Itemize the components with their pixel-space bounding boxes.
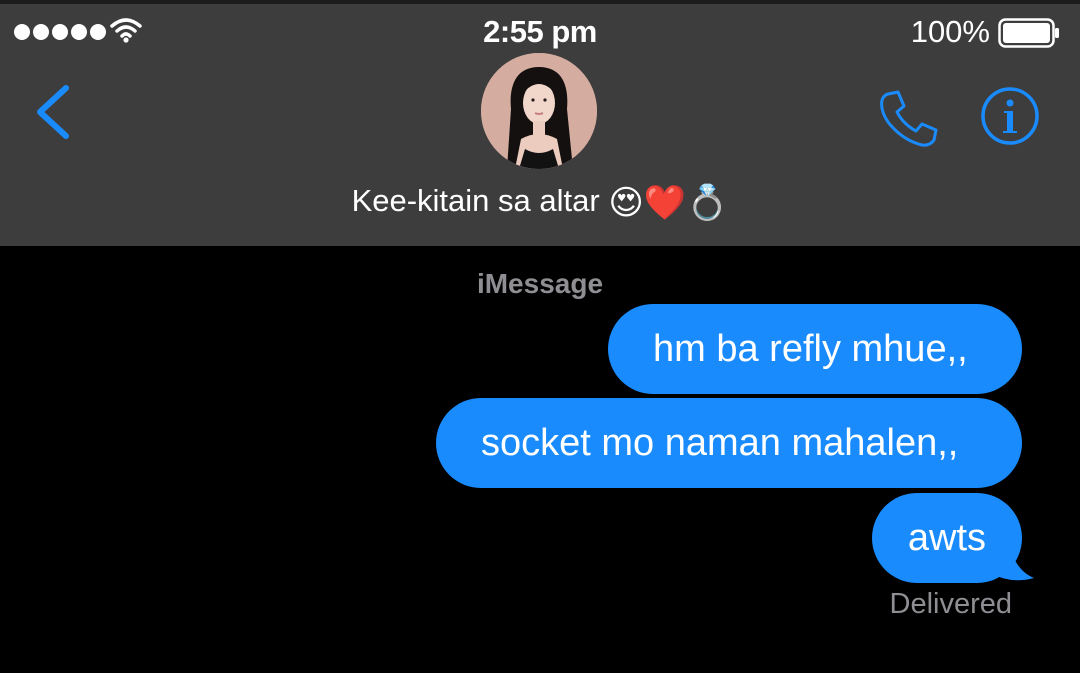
message-bubble[interactable]: socket mo naman mahalen,, [436,398,1022,488]
nav-bar: Kee-kitain sa altar 😍❤️💍 [0,48,1080,246]
contact-name-emojis: 😍❤️💍 [608,183,729,223]
wifi-icon [110,18,142,43]
info-icon[interactable] [980,86,1040,146]
battery-icon [998,18,1059,48]
phone-icon[interactable] [876,88,942,148]
service-label: iMessage [476,268,604,299]
messages-screen: 2:55 pm 100% Kee-kitain sa altar 😍❤️💍 iM… [0,0,1080,673]
contact-name[interactable]: Kee-kitain sa altar 😍❤️💍 [0,183,1080,223]
back-chevron-icon[interactable] [30,82,74,142]
signal-dots-icon [14,24,106,40]
battery-percent: 100% [910,14,990,49]
bubble-tail-icon [990,540,1034,581]
contact-avatar[interactable] [481,53,597,169]
contact-name-text: Kee-kitain sa altar [351,183,600,218]
message-bubble[interactable]: hm ba refly mhue,, [608,304,1022,394]
status-time: 2:55 pm [483,14,597,49]
delivery-status: Delivered [889,588,1013,620]
header: 2:55 pm 100% Kee-kitain sa altar 😍❤️💍 [0,0,1080,246]
